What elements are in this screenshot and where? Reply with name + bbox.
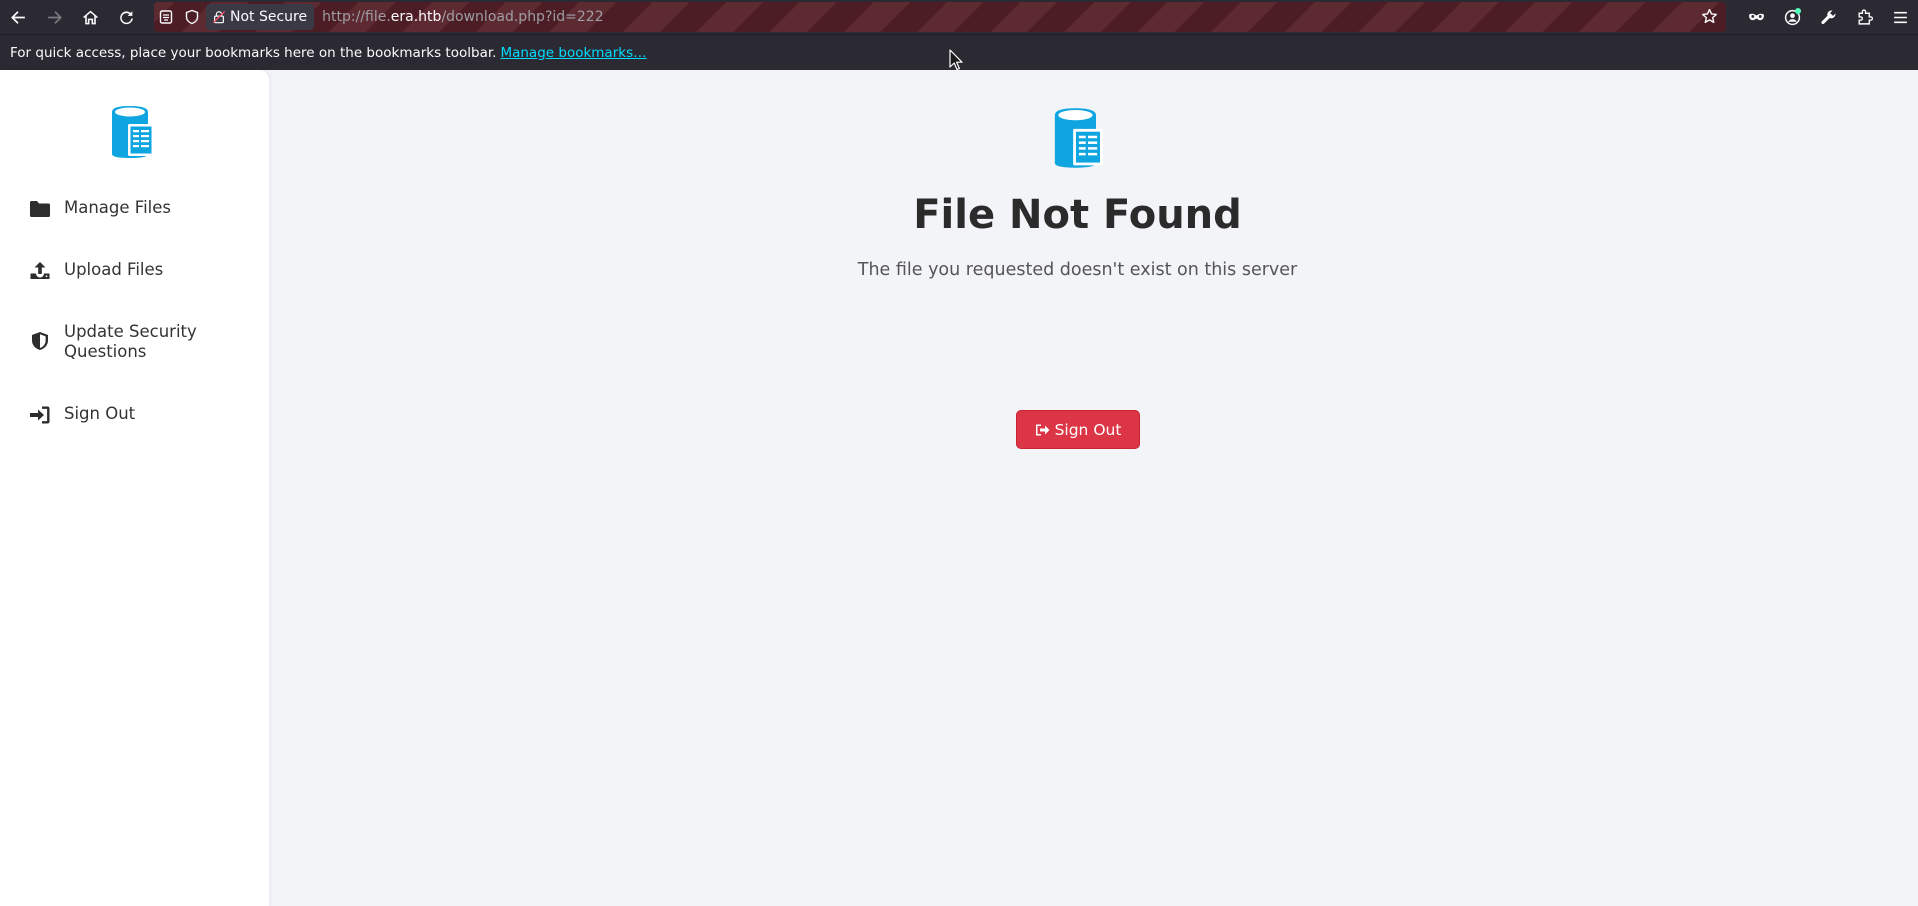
sign-out-button[interactable]: Sign Out (1016, 410, 1140, 449)
url-text[interactable]: http://file.era.htb/download.php?id=222 (322, 9, 604, 25)
sidebar-item-label: Upload Files (64, 260, 164, 279)
sidebar-item-label: Update Security Questions (64, 322, 197, 361)
fingerprint-icon (159, 10, 173, 24)
sign-out-label: Sign Out (1054, 420, 1122, 439)
menu-button[interactable] (1882, 0, 1918, 34)
error-message: The file you requested doesn't exist on … (857, 260, 1298, 280)
mask-icon (1748, 13, 1764, 20)
lock-strike-icon (212, 10, 226, 24)
shield-tracking-icon[interactable] (184, 5, 200, 29)
arrow-right-icon (47, 10, 62, 24)
file-database-logo-icon (112, 106, 154, 158)
arrow-left-icon (10, 10, 25, 24)
sidebar-item-manage-files[interactable]: Manage Files (28, 198, 248, 220)
sidebar-item-sign-out[interactable]: Sign Out (28, 404, 248, 426)
forward-button[interactable] (36, 0, 72, 34)
sidebar-item-label: Sign Out (64, 404, 136, 423)
tools-button[interactable] (1810, 0, 1846, 34)
sidebar-item-label: Manage Files (64, 198, 171, 217)
file-database-logo-icon (1054, 108, 1103, 168)
hamburger-icon (1893, 11, 1907, 23)
not-secure-label: Not Secure (230, 9, 308, 25)
sidebar-item-security-questions[interactable]: Update Security Questions (28, 322, 248, 362)
reload-button[interactable] (108, 0, 144, 34)
home-icon (82, 10, 98, 24)
upload-icon (28, 260, 52, 282)
extensions-button[interactable] (1846, 0, 1882, 34)
bookmark-star-button[interactable] (1701, 8, 1718, 29)
sidebar: Manage Files Upload Files Update Securit… (0, 70, 269, 906)
sidebar-item-upload-files[interactable]: Upload Files (28, 260, 248, 282)
folder-icon (28, 198, 52, 220)
url-prefix: http://file. (322, 9, 391, 25)
wrench-icon (1820, 9, 1835, 24)
puzzle-icon (1857, 8, 1873, 25)
home-button[interactable] (72, 0, 108, 34)
mouse-pointer-icon (949, 49, 963, 71)
account-button[interactable] (1774, 0, 1810, 34)
tracking-icon[interactable] (158, 5, 174, 29)
shield-icon (28, 330, 52, 352)
notification-dot (1795, 8, 1801, 14)
url-bar[interactable]: Not Secure http://file.era.htb/download.… (154, 2, 1726, 32)
star-icon (1702, 8, 1717, 24)
reload-icon (119, 10, 133, 24)
manage-bookmarks-link[interactable]: Manage bookmarks… (500, 45, 646, 61)
back-button[interactable] (0, 0, 36, 34)
toolbar-right (1738, 0, 1918, 34)
bookmarks-message: For quick access, place your bookmarks h… (10, 44, 497, 61)
private-mask-button[interactable] (1738, 0, 1774, 34)
url-host: era.htb (390, 9, 442, 25)
not-secure-badge[interactable]: Not Secure (206, 4, 315, 30)
sign-out-icon (1035, 424, 1050, 435)
browser-toolbar: Not Secure http://file.era.htb/download.… (0, 0, 1918, 34)
sign-in-icon (28, 404, 52, 426)
shield-outline-icon (185, 9, 199, 25)
url-path: /download.php?id=222 (441, 9, 604, 25)
main-content: File Not Found The file you requested do… (269, 70, 1918, 906)
page-title: File Not Found (913, 192, 1242, 238)
